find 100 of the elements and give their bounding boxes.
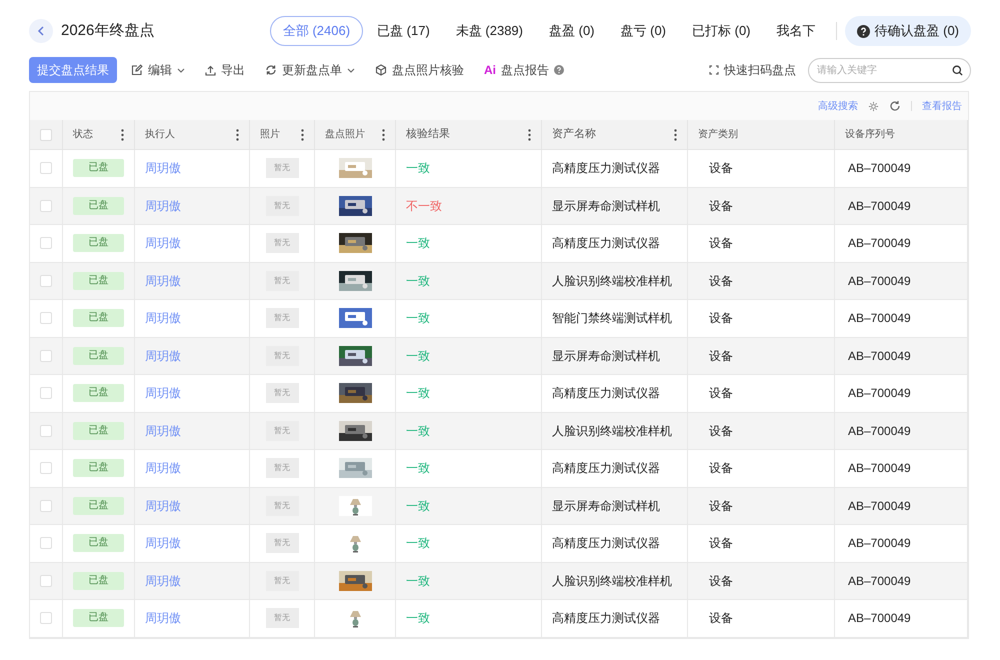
verify-result: 一致 bbox=[406, 460, 430, 478]
status-tag: 已盘 bbox=[73, 272, 124, 290]
column-header: 资产名称 bbox=[552, 126, 596, 142]
no-photo-tag: 暂无 bbox=[266, 270, 298, 291]
row-checkbox[interactable] bbox=[40, 462, 52, 474]
help-icon bbox=[554, 65, 564, 75]
toolbar-button[interactable]: 导出 bbox=[205, 61, 245, 79]
table-cell-text: AB–700049 bbox=[848, 422, 911, 440]
status-tag: 已盘 bbox=[73, 496, 124, 515]
no-photo-tag: 暂无 bbox=[266, 496, 298, 516]
table-cell-text: 设备 bbox=[709, 272, 733, 290]
verify-result: 一致 bbox=[406, 422, 430, 440]
table-cell-text: 设备 bbox=[709, 385, 733, 402]
table-cell-text: 设备 bbox=[709, 310, 733, 328]
column-menu-icon[interactable] bbox=[674, 128, 677, 140]
ai-icon: Ai bbox=[484, 61, 496, 79]
no-photo-tag: 暂无 bbox=[266, 608, 298, 628]
executor-link[interactable]: 周玥傲 bbox=[145, 309, 181, 328]
status-tag: 已盘 bbox=[73, 534, 124, 552]
table-cell-text: AB–700049 bbox=[848, 272, 911, 290]
executor-link[interactable]: 周玥傲 bbox=[145, 572, 181, 590]
filter-tab[interactable]: 已打标 (0) bbox=[680, 16, 762, 46]
executor-link[interactable]: 周玥傲 bbox=[145, 459, 181, 478]
no-photo-tag: 暂无 bbox=[266, 196, 298, 216]
filter-tab[interactable]: 盘盈 (0) bbox=[537, 16, 606, 46]
help-icon bbox=[856, 24, 870, 38]
view-report-link[interactable]: 查看报告 bbox=[922, 98, 962, 114]
column-menu-icon[interactable] bbox=[121, 128, 124, 140]
no-photo-tag: 暂无 bbox=[266, 158, 298, 178]
executor-link[interactable]: 周玥傲 bbox=[145, 234, 181, 252]
table-cell-text: 显示屏寿命测试样机 bbox=[552, 498, 660, 515]
toolbar-button[interactable]: 更新盘点单 bbox=[265, 61, 355, 79]
column-header: 核验结果 bbox=[406, 127, 450, 142]
search-field[interactable]: 请输入关键字 bbox=[808, 58, 971, 82]
advanced-search-link[interactable]: 高级搜索 bbox=[818, 98, 858, 114]
column-menu-icon[interactable] bbox=[301, 128, 304, 140]
row-checkbox[interactable] bbox=[40, 200, 52, 212]
row-checkbox[interactable] bbox=[40, 537, 52, 550]
row-checkbox[interactable] bbox=[40, 162, 52, 174]
status-tag: 已盘 bbox=[73, 422, 124, 440]
toolbar-button[interactable]: Ai 盘点报告 bbox=[484, 61, 564, 79]
no-photo-tag: 暂无 bbox=[266, 420, 298, 441]
executor-link[interactable]: 周玥傲 bbox=[145, 422, 181, 440]
column-menu-icon[interactable] bbox=[528, 128, 531, 140]
executor-link[interactable]: 周玥傲 bbox=[145, 272, 181, 290]
column-header: 执行人 bbox=[145, 128, 175, 142]
executor-link[interactable]: 周玥傲 bbox=[145, 496, 181, 515]
executor-link[interactable]: 周玥傲 bbox=[145, 384, 181, 402]
executor-link[interactable]: 周玥傲 bbox=[145, 534, 181, 552]
executor-link[interactable]: 周玥傲 bbox=[145, 346, 181, 365]
filter-tab[interactable]: 全部 (2406) bbox=[270, 16, 364, 46]
table-cell-text: 智能门禁终端测试样机 bbox=[552, 310, 672, 328]
table-cell-text: AB–700049 bbox=[848, 198, 911, 215]
row-checkbox[interactable] bbox=[40, 387, 52, 400]
filter-tab[interactable]: 未盘 (2389) bbox=[444, 16, 535, 46]
refresh-icon[interactable] bbox=[889, 100, 901, 112]
row-checkbox[interactable] bbox=[40, 424, 52, 437]
filter-tab[interactable]: 盘亏 (0) bbox=[608, 16, 678, 46]
table-cell-text: 设备 bbox=[709, 572, 733, 590]
no-photo-tag: 暂无 bbox=[266, 346, 298, 366]
executor-link[interactable]: 周玥傲 bbox=[145, 609, 181, 628]
verify-result: 一致 bbox=[406, 235, 430, 252]
row-checkbox[interactable] bbox=[40, 237, 52, 250]
row-checkbox[interactable] bbox=[40, 612, 52, 624]
table-cell-text: 人脸识别终端校准样机 bbox=[552, 572, 672, 590]
scan-button[interactable]: 快速扫码盘点 bbox=[709, 61, 796, 79]
pending-confirm-button[interactable]: 待确认盘盈 (0) bbox=[844, 16, 971, 46]
table-cell-text: 高精度压力测试仪器 bbox=[552, 385, 660, 402]
back-button[interactable] bbox=[29, 19, 53, 43]
row-checkbox[interactable] bbox=[40, 312, 52, 324]
table-cell-text: AB–700049 bbox=[848, 572, 911, 590]
toolbar-button[interactable]: 盘点照片核验 bbox=[375, 61, 464, 79]
table-cell-text: 高精度压力测试仪器 bbox=[552, 610, 660, 628]
settings-icon[interactable] bbox=[868, 100, 879, 112]
verify-result: 一致 bbox=[406, 310, 430, 328]
filter-tab[interactable]: 我名下 bbox=[764, 16, 828, 46]
row-checkbox[interactable] bbox=[40, 500, 52, 512]
select-all-checkbox[interactable] bbox=[40, 128, 52, 140]
table-cell-text: 设备 bbox=[709, 610, 733, 628]
table-cell-text: 设备 bbox=[709, 498, 733, 515]
toolbar-button[interactable]: 编辑 bbox=[131, 61, 185, 79]
no-photo-tag: 暂无 bbox=[266, 458, 298, 478]
row-checkbox[interactable] bbox=[40, 574, 52, 587]
column-menu-icon[interactable] bbox=[236, 128, 239, 140]
no-photo-tag: 暂无 bbox=[266, 533, 298, 554]
executor-link[interactable]: 周玥傲 bbox=[145, 159, 181, 178]
status-tag: 已盘 bbox=[73, 234, 124, 252]
column-menu-icon[interactable] bbox=[382, 128, 385, 140]
no-photo-tag: 暂无 bbox=[266, 570, 298, 591]
filter-tab[interactable]: 已盘 (17) bbox=[365, 16, 442, 46]
table-cell-text: 显示屏寿命测试样机 bbox=[552, 348, 660, 365]
verify-result: 一致 bbox=[406, 535, 430, 552]
table-cell-text: 设备 bbox=[709, 160, 733, 178]
submit-button[interactable]: 提交盘点结果 bbox=[29, 57, 117, 83]
table-cell-text: 人脸识别终端校准样机 bbox=[552, 272, 672, 290]
row-checkbox[interactable] bbox=[40, 274, 52, 287]
table-cell-text: AB–700049 bbox=[848, 310, 911, 328]
row-checkbox[interactable] bbox=[40, 350, 52, 362]
executor-link[interactable]: 周玥傲 bbox=[145, 196, 181, 215]
no-photo-tag: 暂无 bbox=[266, 308, 298, 328]
